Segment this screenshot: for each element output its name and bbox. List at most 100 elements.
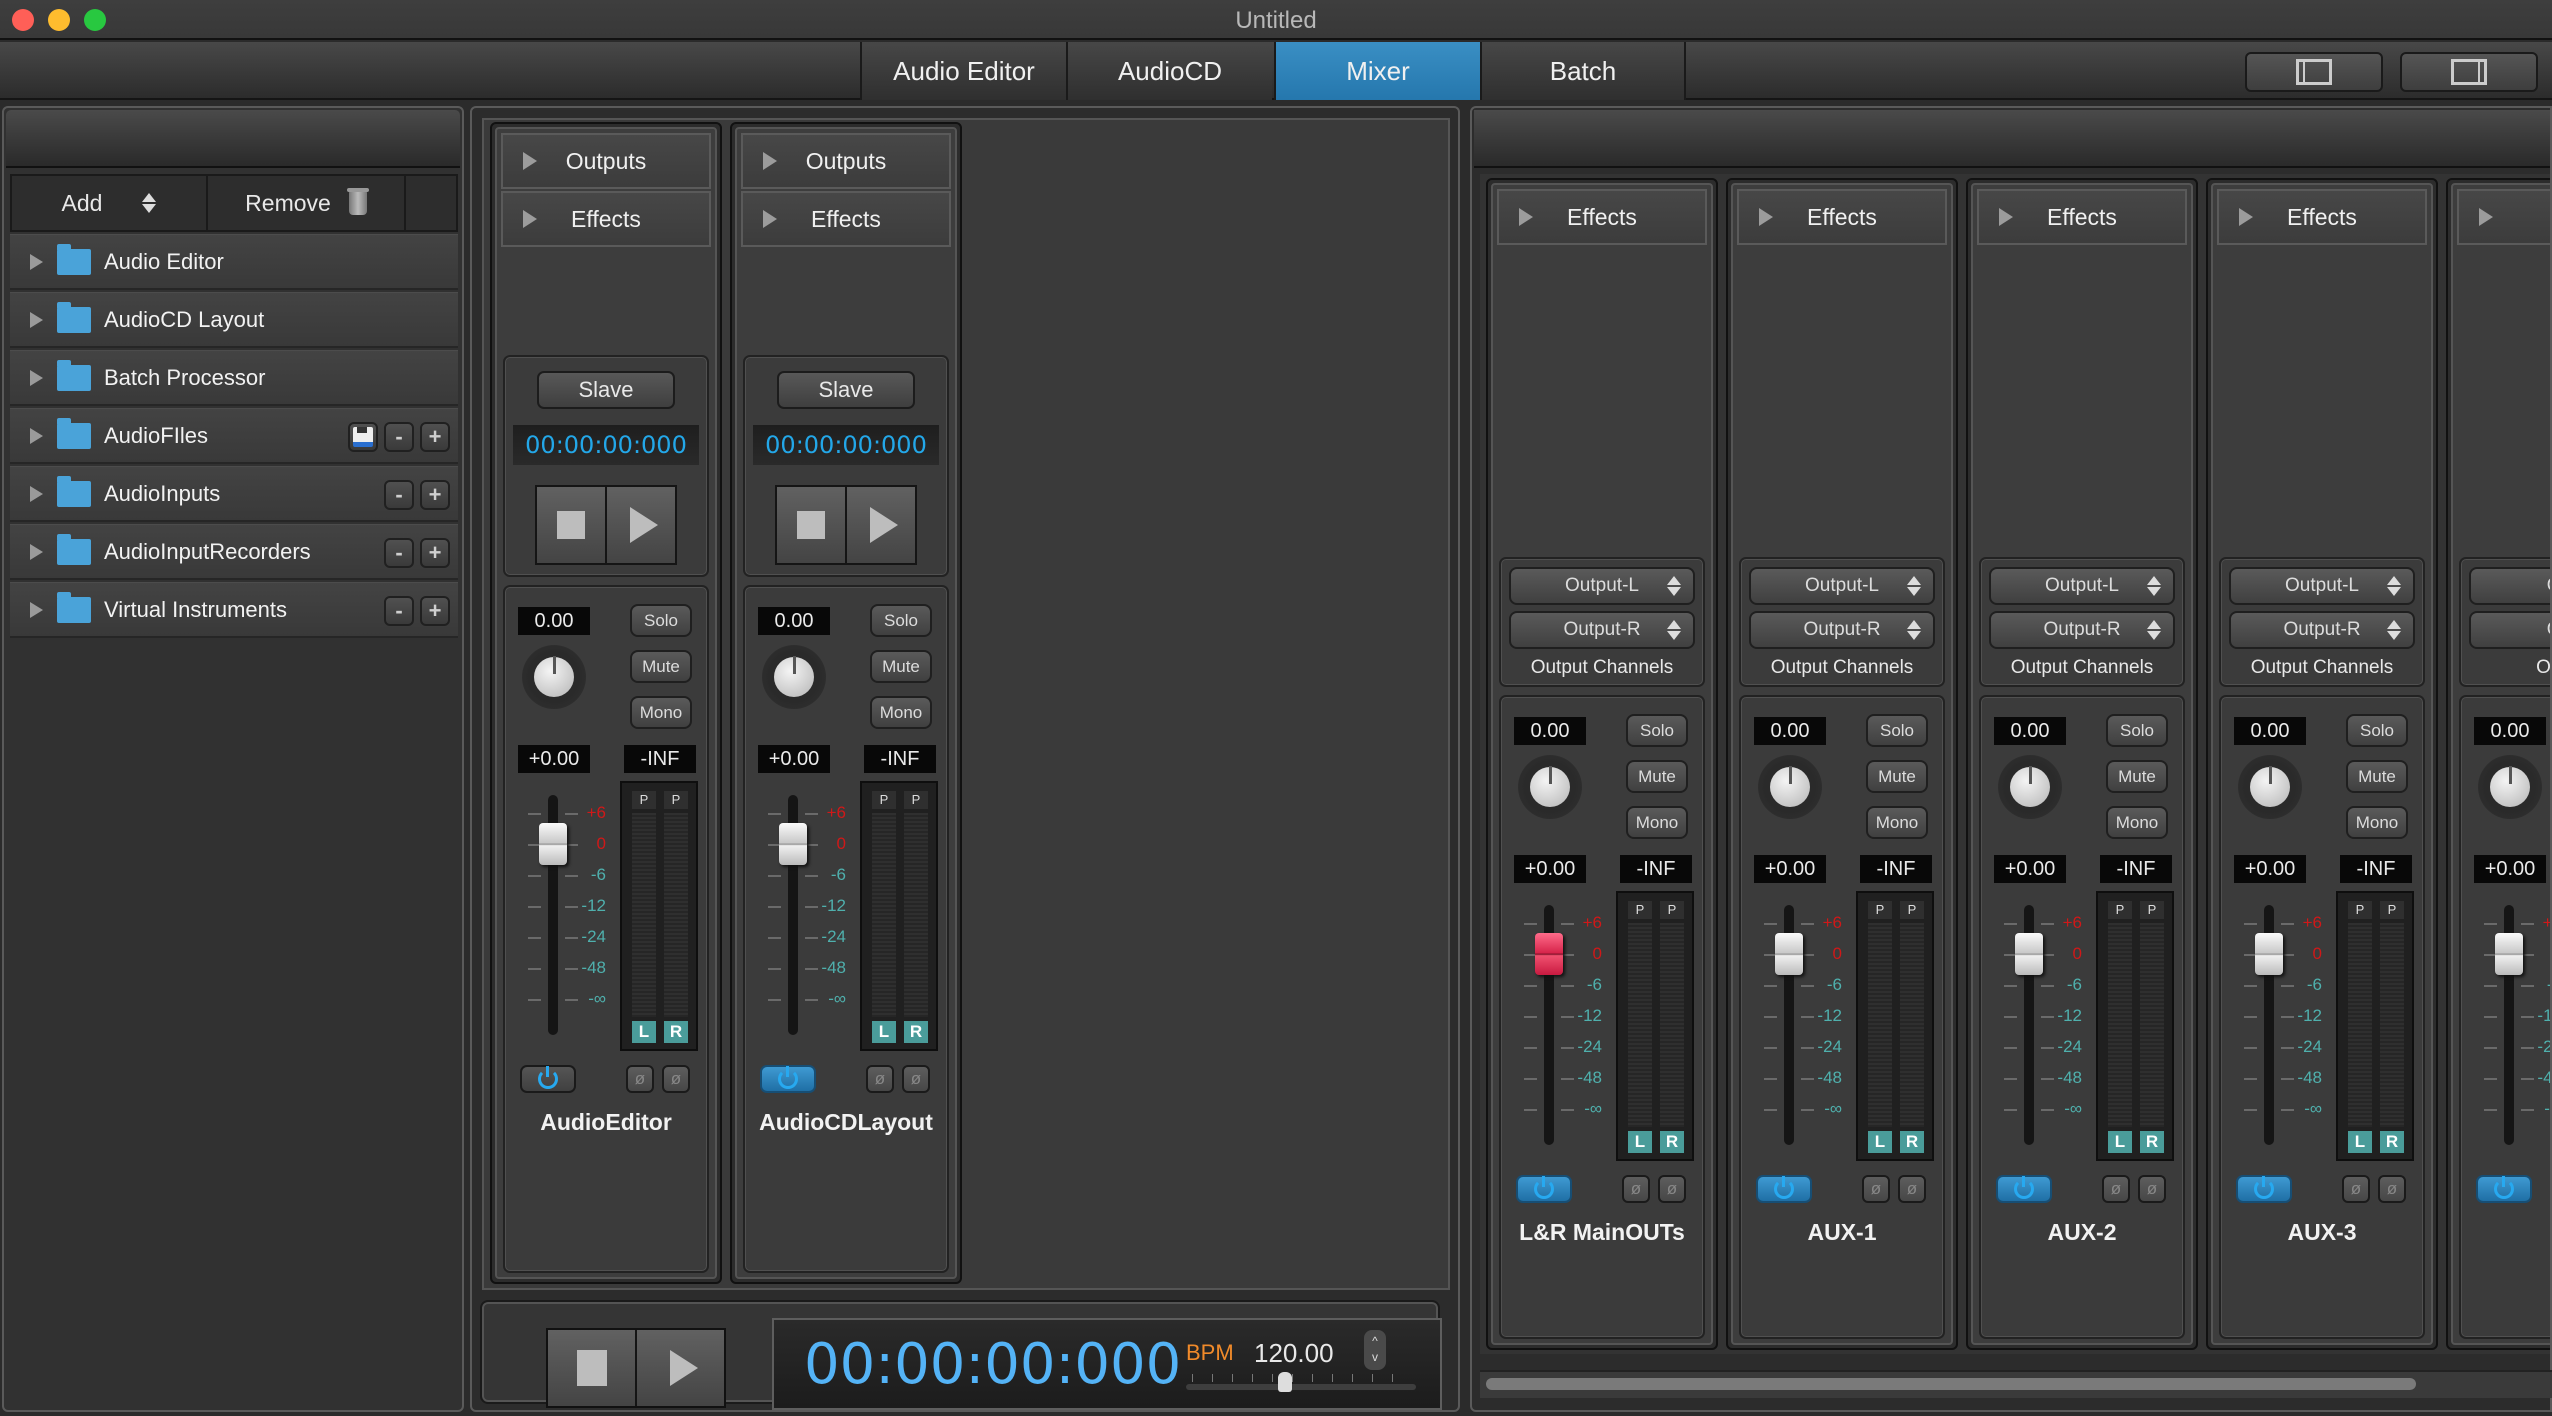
bpm-slider-track[interactable] <box>1186 1384 1416 1390</box>
gain-value[interactable]: +0.00 <box>758 745 830 773</box>
mute-button[interactable]: Mute <box>630 650 692 683</box>
channel-power-button[interactable] <box>2476 1175 2532 1203</box>
channel-play-button[interactable] <box>607 487 675 563</box>
phase-invert-left-button[interactable]: ø <box>2102 1175 2130 1203</box>
peak-hold-indicator[interactable]: P <box>904 791 928 809</box>
gain-value[interactable]: +0.00 <box>2474 855 2546 883</box>
mute-button[interactable]: Mute <box>2346 760 2408 793</box>
fader-handle[interactable] <box>2015 933 2043 975</box>
channel-power-button[interactable] <box>760 1065 816 1093</box>
gain-value[interactable]: +0.00 <box>1754 855 1826 883</box>
sidebar-item[interactable]: Audio Editor <box>10 234 458 290</box>
channel-power-button[interactable] <box>1996 1175 2052 1203</box>
effects-section-toggle[interactable]: Effects <box>1737 189 1947 245</box>
effects-section-toggle[interactable]: Effects <box>2217 189 2427 245</box>
phase-invert-right-button[interactable]: ø <box>902 1065 930 1093</box>
peak-hold-indicator[interactable]: P <box>2348 901 2372 919</box>
output-left-select[interactable]: Output-L <box>2229 567 2415 605</box>
sidebar-item[interactable]: AudioFIles - + <box>10 408 458 464</box>
channel-power-button[interactable] <box>1516 1175 1572 1203</box>
master-stop-button[interactable] <box>548 1330 637 1406</box>
pan-knob[interactable] <box>1518 755 1582 819</box>
output-left-select[interactable]: Output-L <box>1509 567 1695 605</box>
remove-item-button[interactable]: - <box>384 422 414 452</box>
phase-invert-right-button[interactable]: ø <box>662 1065 690 1093</box>
phase-invert-right-button[interactable]: ø <box>2138 1175 2166 1203</box>
tab-mixer[interactable]: Mixer <box>1274 42 1480 100</box>
solo-button[interactable]: Solo <box>630 604 692 637</box>
bpm-stepper[interactable]: ^ v <box>1364 1330 1386 1370</box>
output-left-select[interactable]: Out <box>2469 567 2550 605</box>
fader-handle[interactable] <box>2255 933 2283 975</box>
slave-button[interactable]: Slave <box>777 371 915 409</box>
pan-value[interactable]: 0.00 <box>1514 717 1586 745</box>
channel-stop-button[interactable] <box>777 487 847 563</box>
tab-audiocd[interactable]: AudioCD <box>1066 42 1272 100</box>
solo-button[interactable]: Solo <box>2106 714 2168 747</box>
slave-button[interactable]: Slave <box>537 371 675 409</box>
gain-value[interactable]: +0.00 <box>2234 855 2306 883</box>
solo-button[interactable]: Solo <box>2346 714 2408 747</box>
pan-value[interactable]: 0.00 <box>2474 717 2546 745</box>
pan-knob[interactable] <box>2238 755 2302 819</box>
fader-handle[interactable] <box>779 823 807 865</box>
solo-button[interactable]: Solo <box>870 604 932 637</box>
peak-hold-indicator[interactable]: P <box>632 791 656 809</box>
mute-button[interactable]: Mute <box>870 650 932 683</box>
mono-button[interactable]: Mono <box>1866 806 1928 839</box>
sidebar-item[interactable]: AudioCD Layout <box>10 292 458 348</box>
effects-section-toggle[interactable]: Effects <box>1497 189 1707 245</box>
sidebar-item[interactable]: Batch Processor <box>10 350 458 406</box>
mono-button[interactable]: Mono <box>870 696 932 729</box>
mute-button[interactable]: Mute <box>1866 760 1928 793</box>
pan-knob[interactable] <box>762 645 826 709</box>
output-right-select[interactable]: Out <box>2469 611 2550 649</box>
remove-item-button[interactable]: - <box>384 480 414 510</box>
bpm-slider-thumb[interactable] <box>1277 1372 1292 1392</box>
fader-handle[interactable] <box>1535 933 1563 975</box>
phase-invert-left-button[interactable]: ø <box>866 1065 894 1093</box>
pan-knob[interactable] <box>522 645 586 709</box>
bpm-down-icon[interactable]: v <box>1364 1349 1386 1365</box>
pan-value[interactable]: 0.00 <box>758 607 830 635</box>
save-item-button[interactable] <box>348 422 378 452</box>
disclosure-triangle-icon[interactable] <box>30 601 43 618</box>
sidebar-item[interactable]: AudioInputs - + <box>10 466 458 522</box>
phase-invert-right-button[interactable]: ø <box>2378 1175 2406 1203</box>
solo-button[interactable]: Solo <box>1626 714 1688 747</box>
add-button[interactable]: Add <box>12 176 208 230</box>
pan-value[interactable]: 0.00 <box>2234 717 2306 745</box>
pan-value[interactable]: 0.00 <box>1994 717 2066 745</box>
remove-button[interactable]: Remove <box>208 176 406 230</box>
pan-value[interactable]: 0.00 <box>1754 717 1826 745</box>
channel-power-button[interactable] <box>1756 1175 1812 1203</box>
phase-invert-left-button[interactable]: ø <box>1862 1175 1890 1203</box>
effects-section-toggle[interactable]: Effects <box>501 191 711 247</box>
fader-handle[interactable] <box>539 823 567 865</box>
output-right-select[interactable]: Output-R <box>2229 611 2415 649</box>
solo-button[interactable]: Solo <box>1866 714 1928 747</box>
peak-hold-indicator[interactable]: P <box>1868 901 1892 919</box>
remove-item-button[interactable]: - <box>384 538 414 568</box>
disclosure-triangle-icon[interactable] <box>30 369 43 386</box>
gain-value[interactable]: +0.00 <box>518 745 590 773</box>
phase-invert-left-button[interactable]: ø <box>626 1065 654 1093</box>
phase-invert-left-button[interactable]: ø <box>2342 1175 2370 1203</box>
mono-button[interactable]: Mono <box>630 696 692 729</box>
add-item-button[interactable]: + <box>420 538 450 568</box>
sidebar-item[interactable]: AudioInputRecorders - + <box>10 524 458 580</box>
add-item-button[interactable]: + <box>420 596 450 626</box>
phase-invert-right-button[interactable]: ø <box>1658 1175 1686 1203</box>
pan-knob[interactable] <box>1758 755 1822 819</box>
fader-handle[interactable] <box>2495 933 2523 975</box>
channel-stop-button[interactable] <box>537 487 607 563</box>
add-item-button[interactable]: + <box>420 422 450 452</box>
bpm-up-icon[interactable]: ^ <box>1364 1333 1386 1349</box>
outputs-section-toggle[interactable]: Outputs <box>741 133 951 189</box>
phase-invert-left-button[interactable]: ø <box>1622 1175 1650 1203</box>
horizontal-scrollbar-thumb[interactable] <box>1486 1378 2416 1390</box>
toggle-right-panel-button[interactable] <box>2400 52 2538 92</box>
channel-power-button[interactable] <box>2236 1175 2292 1203</box>
output-right-select[interactable]: Output-R <box>1989 611 2175 649</box>
remove-item-button[interactable]: - <box>384 596 414 626</box>
